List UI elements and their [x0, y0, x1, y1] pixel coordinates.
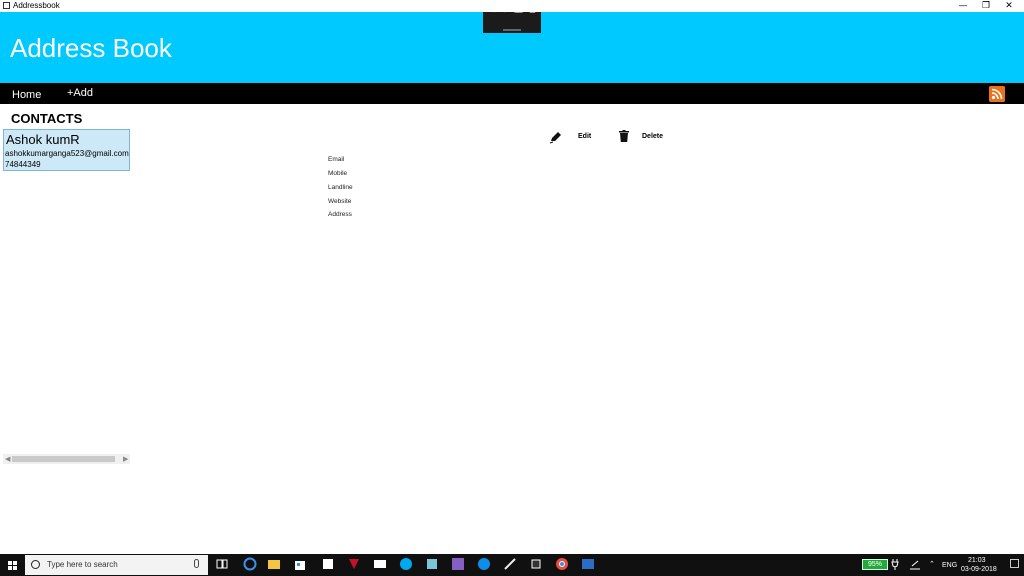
- notification-icon[interactable]: [1010, 559, 1019, 568]
- close-button[interactable]: ✕: [998, 0, 1020, 12]
- nav-bar: [0, 83, 1024, 104]
- scroll-right-icon[interactable]: ▶: [123, 454, 128, 464]
- teamviewer-icon[interactable]: [477, 557, 491, 571]
- display-layout-icon[interactable]: [500, 4, 509, 13]
- pencil-icon[interactable]: [549, 130, 563, 144]
- website-label: Website: [328, 198, 352, 205]
- app-icon-dark[interactable]: [529, 557, 543, 571]
- chevron-up-icon[interactable]: ⌃: [929, 560, 935, 568]
- maximize-button[interactable]: ❐: [975, 0, 997, 12]
- clock-time[interactable]: 21:03: [968, 557, 986, 564]
- cortana-icon: [31, 560, 40, 569]
- tools-icon[interactable]: [503, 557, 517, 571]
- contacts-heading: CONTACTS: [11, 111, 83, 126]
- search-placeholder: Type here to search: [47, 560, 118, 569]
- language-indicator[interactable]: ENG: [942, 562, 957, 569]
- power-plug-icon: [891, 559, 899, 570]
- track-focus-icon[interactable]: [514, 4, 523, 13]
- app-icon-teal[interactable]: [425, 557, 439, 571]
- contact-name: Ashok kumR: [6, 132, 80, 147]
- window-title: Addressbook: [13, 1, 60, 10]
- window-title-bar: [0, 0, 1024, 12]
- trash-icon[interactable]: [619, 130, 629, 142]
- hot-reload-icon[interactable]: [528, 4, 537, 13]
- battery-indicator[interactable]: 95%: [862, 559, 888, 570]
- email-label: Email: [328, 156, 345, 163]
- contact-list-item[interactable]: Ashok kumR ashokkumarganga523@gmail.com …: [3, 129, 130, 171]
- address-label: Address: [328, 211, 352, 218]
- contact-email: ashokkumarganga523@gmail.com: [5, 149, 129, 158]
- mcafee-icon[interactable]: [347, 557, 361, 571]
- scrollbar-thumb[interactable]: [12, 456, 115, 462]
- contact-phone: 74844349: [5, 160, 41, 169]
- addressbook-app-icon[interactable]: [581, 557, 595, 571]
- visual-studio-icon[interactable]: [451, 557, 465, 571]
- store-icon[interactable]: [293, 557, 307, 571]
- landline-label: Landline: [328, 184, 353, 191]
- select-element-icon[interactable]: [487, 4, 496, 13]
- network-icon[interactable]: [909, 559, 921, 570]
- minimize-button[interactable]: —: [952, 0, 974, 12]
- mail-icon[interactable]: [373, 557, 387, 571]
- windows-start-icon[interactable]: [0, 554, 25, 576]
- rss-icon[interactable]: [989, 86, 1005, 102]
- nav-home-link[interactable]: Home: [12, 88, 41, 102]
- scroll-left-icon[interactable]: ◀: [5, 454, 10, 464]
- nav-add-link[interactable]: +Add: [67, 86, 93, 100]
- skype-icon[interactable]: [399, 557, 413, 571]
- chrome-icon[interactable]: [555, 557, 569, 571]
- file-explorer-icon[interactable]: [267, 557, 281, 571]
- edit-button[interactable]: Edit: [578, 133, 591, 140]
- microphone-icon[interactable]: [194, 559, 199, 568]
- edge-icon[interactable]: [243, 557, 257, 571]
- delete-button[interactable]: Delete: [642, 133, 663, 140]
- page-title: Address Book: [10, 33, 172, 63]
- mobile-label: Mobile: [328, 170, 348, 177]
- toolbar-grip[interactable]: [503, 29, 521, 31]
- task-view-icon[interactable]: [215, 557, 229, 571]
- notepad-icon[interactable]: [321, 557, 335, 571]
- clock-date[interactable]: 03-09-2018: [961, 566, 997, 573]
- app-icon: [3, 2, 10, 9]
